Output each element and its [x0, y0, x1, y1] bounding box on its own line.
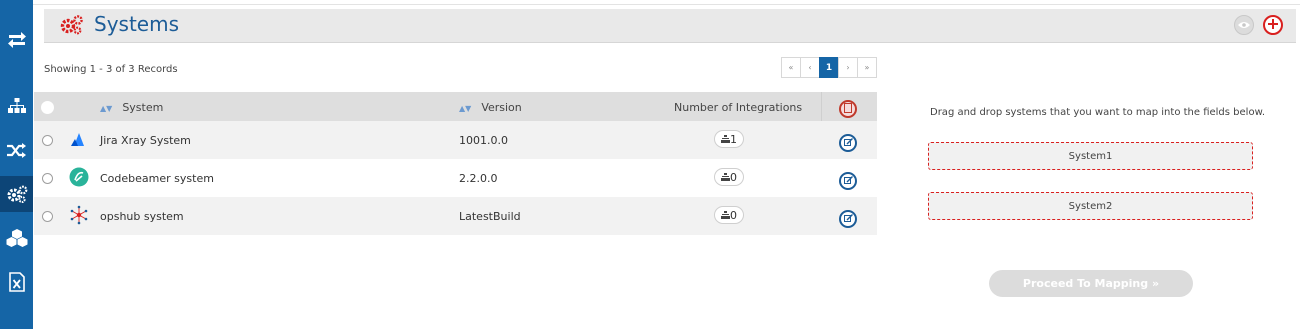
- top-border: [33, 0, 1300, 5]
- table-row[interactable]: Codebeamer system 2.2.0.0 0: [34, 159, 877, 197]
- edit-system-button[interactable]: [839, 172, 857, 190]
- table-header: ▲▼ System ▲▼ Version Number of Integration…: [34, 92, 877, 121]
- gears-icon[interactable]: [0, 176, 33, 212]
- integrations-count-button[interactable]: 0: [714, 168, 744, 186]
- last-page-button[interactable]: »: [857, 57, 877, 78]
- edit-icon: [843, 213, 853, 226]
- select-all-radio[interactable]: [41, 101, 54, 114]
- cubes-icon[interactable]: [0, 220, 33, 256]
- prev-page-button[interactable]: ‹: [800, 57, 820, 78]
- hierarchy-icon: [721, 133, 730, 146]
- integrations-count: 0: [730, 208, 737, 222]
- integrations-count-button[interactable]: 1: [714, 130, 744, 148]
- codebeamer-logo: [68, 166, 90, 188]
- integrations-count: 0: [730, 170, 737, 184]
- eye-icon: [1238, 19, 1250, 32]
- atlassian-logo: [68, 128, 90, 150]
- sort-icon: ▲▼: [100, 104, 113, 113]
- row-select-radio[interactable]: [42, 135, 53, 146]
- nav-rail: [0, 0, 33, 329]
- edit-system-button[interactable]: [839, 134, 857, 152]
- system-column-label: System: [122, 101, 164, 114]
- next-page-button[interactable]: ›: [838, 57, 858, 78]
- records-count: Showing 1 - 3 of 3 Records: [44, 64, 178, 75]
- edit-icon: [843, 175, 853, 188]
- system-name: Jira Xray System: [100, 134, 191, 147]
- view-button[interactable]: [1234, 15, 1254, 35]
- hierarchy-icon: [721, 171, 730, 184]
- column-divider: [821, 92, 822, 121]
- proceed-to-mapping-button[interactable]: Proceed To Mapping »: [989, 270, 1193, 297]
- system-name: opshub system: [100, 210, 184, 223]
- table-row[interactable]: Jira Xray System 1001.0.0 1: [34, 121, 877, 159]
- system-version: 2.2.0.0: [459, 172, 498, 185]
- row-select-radio[interactable]: [42, 173, 53, 184]
- system-version: 1001.0.0: [459, 134, 508, 147]
- add-system-button[interactable]: [1263, 15, 1283, 35]
- edit-system-button[interactable]: [839, 210, 857, 228]
- sort-icon: ▲▼: [459, 104, 472, 113]
- edit-icon: [843, 137, 853, 150]
- sync-icon[interactable]: [0, 22, 33, 58]
- system-name: Codebeamer system: [100, 172, 214, 185]
- system-version: LatestBuild: [459, 210, 521, 223]
- opshub-logo: [68, 204, 90, 226]
- delete-selected-button[interactable]: [839, 100, 857, 118]
- current-page-button[interactable]: 1: [819, 57, 839, 78]
- page-title: Systems: [94, 12, 179, 36]
- first-page-button[interactable]: «: [781, 57, 801, 78]
- hierarchy-icon[interactable]: [0, 88, 33, 124]
- integrations-column-header: Number of Integrations: [674, 101, 803, 114]
- version-column-header[interactable]: ▲▼ Version: [459, 101, 522, 114]
- table-row[interactable]: opshub system LatestBuild 0: [34, 197, 877, 235]
- gears-icon: [60, 15, 84, 38]
- page-header: Systems: [44, 9, 1296, 43]
- integrations-count: 1: [730, 132, 737, 146]
- version-column-label: Version: [481, 101, 522, 114]
- systems-table: ▲▼ System ▲▼ Version Number of Integration…: [34, 92, 877, 235]
- integrations-count-button[interactable]: 0: [714, 206, 744, 224]
- mapping-hint: Drag and drop systems that you want to m…: [930, 107, 1266, 118]
- hierarchy-icon: [721, 209, 730, 222]
- system-column-header[interactable]: ▲▼ System: [100, 101, 163, 114]
- excel-icon[interactable]: [0, 264, 33, 300]
- row-select-radio[interactable]: [42, 211, 53, 222]
- plus-icon: [1268, 18, 1278, 32]
- trash-icon: [844, 102, 852, 116]
- system2-drop-zone[interactable]: System2: [928, 192, 1253, 220]
- system1-drop-zone[interactable]: System1: [928, 142, 1253, 170]
- pagination: « ‹ 1 › »: [781, 57, 877, 78]
- shuffle-icon[interactable]: [0, 133, 33, 169]
